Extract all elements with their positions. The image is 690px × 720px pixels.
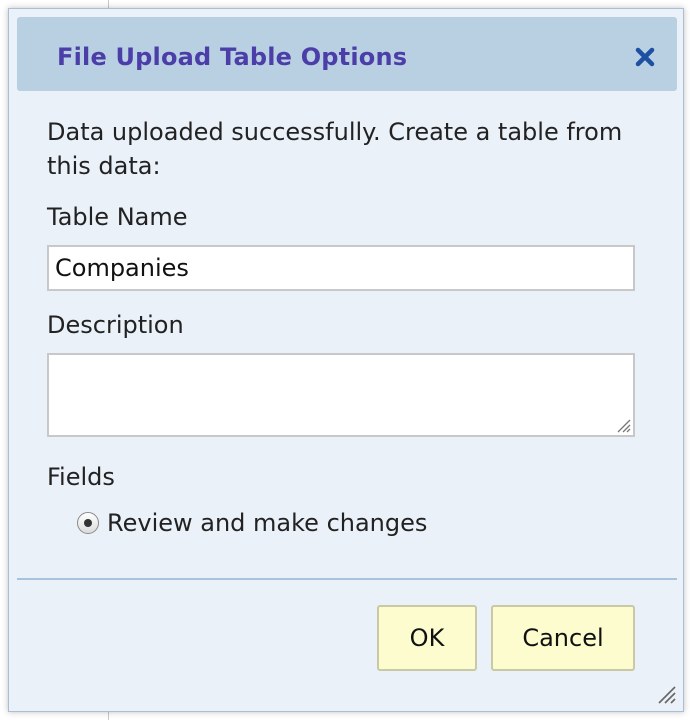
dialog-titlebar[interactable]: File Upload Table Options <box>17 17 677 91</box>
textarea-resize-icon[interactable] <box>615 417 631 433</box>
upload-success-message: Data uploaded successfully. Create a tab… <box>47 118 623 180</box>
table-name-input[interactable] <box>47 245 635 291</box>
radio-selected-dot <box>84 519 92 527</box>
ok-button[interactable]: OK <box>377 605 477 671</box>
dialog-title: File Upload Table Options <box>57 43 408 71</box>
fields-label: Fields <box>47 463 115 491</box>
button-pane-divider <box>17 578 677 580</box>
cancel-button[interactable]: Cancel <box>491 605 635 671</box>
review-radio-button[interactable] <box>77 512 99 534</box>
description-textarea[interactable] <box>47 353 635 437</box>
description-label: Description <box>47 311 184 339</box>
close-icon[interactable] <box>633 45 657 69</box>
fields-review-option[interactable]: Review and make changes <box>77 509 427 537</box>
dialog-resize-icon[interactable] <box>653 681 677 705</box>
file-upload-table-options-dialog: File Upload Table Options Data uploaded … <box>8 8 684 712</box>
table-name-label: Table Name <box>47 203 188 231</box>
review-option-label: Review and make changes <box>107 509 428 537</box>
